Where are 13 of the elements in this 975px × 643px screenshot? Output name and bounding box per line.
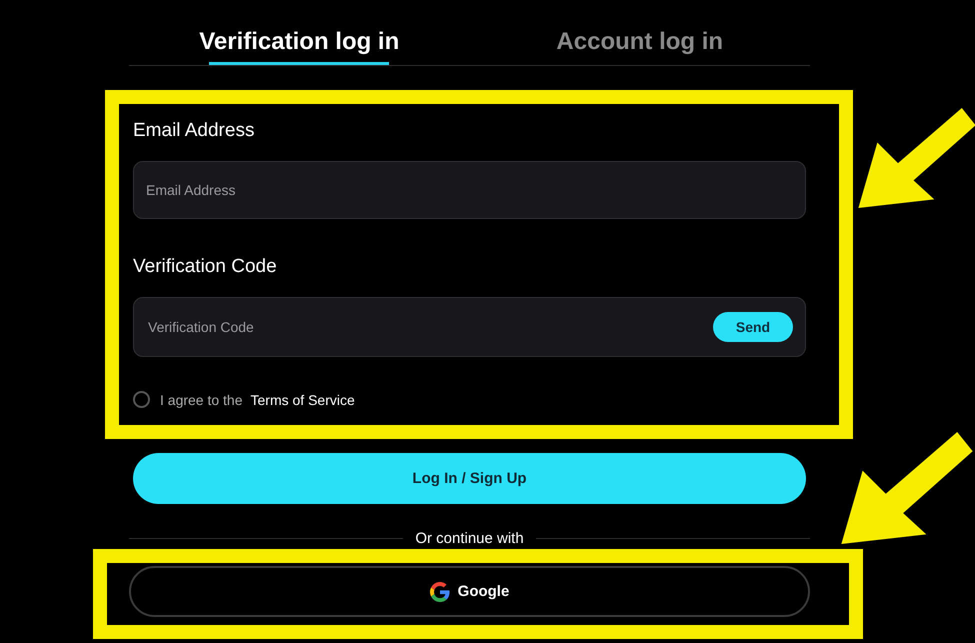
tab[interactable]: Account log in <box>470 26 810 65</box>
agree-text: I agree to the <box>160 392 243 408</box>
divider-text: Or continue with <box>415 530 524 546</box>
google-button[interactable]: Google <box>129 566 810 617</box>
login-signup-button[interactable]: Log In / Sign Up <box>133 453 806 504</box>
email-field[interactable]: Email Address <box>133 161 806 219</box>
terms-link[interactable]: Terms of Service <box>250 392 355 408</box>
agree-checkbox[interactable] <box>133 391 150 408</box>
field-label: Email Address <box>133 119 256 143</box>
verification-code-field[interactable]: Verification Code Send <box>133 297 806 357</box>
google-icon <box>430 582 450 602</box>
field-label: Verification Code <box>133 255 278 279</box>
send-button[interactable]: Send <box>713 312 793 342</box>
